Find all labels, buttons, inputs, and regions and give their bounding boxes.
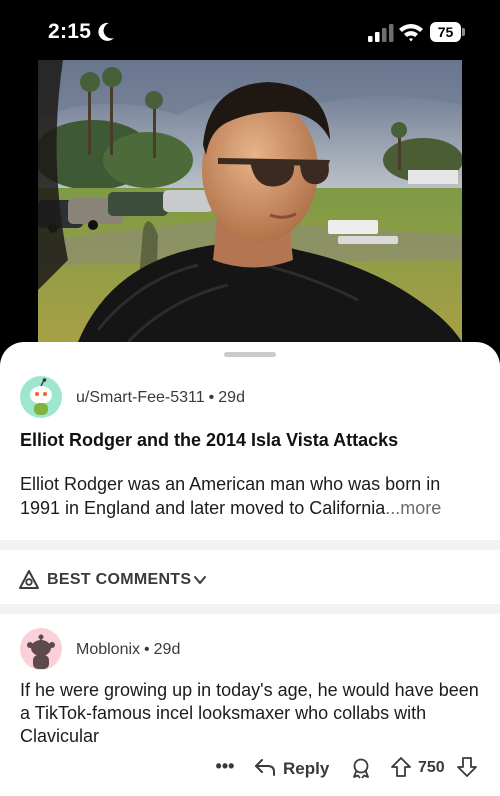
best-sort-icon [19,570,39,589]
comment-meta: Moblonix • 29d [76,641,180,659]
comment-sort-button[interactable]: BEST COMMENTS [0,558,500,602]
reply-icon [255,759,275,776]
downvote-icon[interactable] [456,756,478,778]
post-age: 29d [218,389,245,406]
post-author-name[interactable]: u/Smart-Fee-5311 [76,389,205,406]
snoo-avatar-icon [27,634,55,669]
comment-actions: ••• Reply 750 [0,754,500,784]
moon-icon [98,22,114,41]
meta-separator: • [144,641,150,658]
divider [0,540,500,550]
cellular-signal-icon [368,24,394,42]
award-icon[interactable] [350,757,372,779]
meta-separator: • [208,389,215,406]
post-image[interactable] [38,60,462,342]
comment-author-name[interactable]: Moblonix [76,641,140,658]
divider [0,604,500,614]
upvote-icon[interactable] [390,756,412,778]
comment-age: 29d [153,641,181,658]
battery-icon: 75 [430,22,466,42]
post-photo [38,60,462,342]
status-time: 2:15 [48,20,92,43]
post-meta: u/Smart-Fee-5311 • 29d [76,389,245,407]
comment-author-avatar[interactable] [20,628,62,670]
post-author-avatar[interactable] [20,376,62,418]
more-options-button[interactable]: ••• [212,756,238,780]
drag-handle[interactable] [224,352,276,357]
post-title[interactable]: Elliot Rodger and the 2014 Isla Vista At… [20,430,480,451]
more-link[interactable]: ...more [385,498,441,518]
wifi-icon [399,24,423,42]
post-body-text: Elliot Rodger was an American man who wa… [20,474,441,518]
reply-label: Reply [283,759,330,778]
comment-body[interactable]: If he were growing up in today's age, he… [20,679,482,748]
chevron-down-icon [194,576,206,584]
post-body[interactable]: Elliot Rodger was an American man who wa… [20,472,482,520]
status-bar: 2:15 75 [0,0,500,62]
vote-score: 750 [418,759,445,776]
snoo-avatar-icon [30,378,52,415]
battery-level: 75 [430,22,461,42]
post-sheet: u/Smart-Fee-5311 • 29d Elliot Rodger and t… [0,342,500,796]
sort-label: BEST COMMENTS [47,571,192,588]
